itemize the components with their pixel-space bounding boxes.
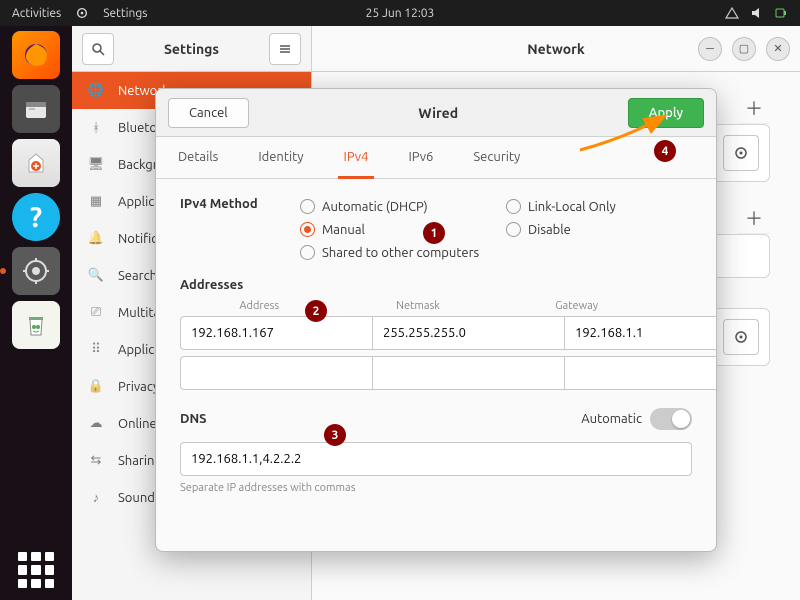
radio-automatic[interactable]: Automatic (DHCP) xyxy=(300,199,486,214)
callout-2: 2 xyxy=(305,300,327,322)
radio-linklocal[interactable]: Link-Local Only xyxy=(506,199,692,214)
hamburger-button[interactable] xyxy=(269,33,301,65)
netmask-input[interactable] xyxy=(372,356,564,390)
dns-automatic-label: Automatic xyxy=(581,412,642,426)
dns-title: DNS xyxy=(180,412,207,426)
sound-icon: ♪ xyxy=(88,490,104,506)
callout-3: 3 xyxy=(324,424,346,446)
dns-input[interactable] xyxy=(180,442,692,476)
tab-identity[interactable]: Identity xyxy=(252,138,309,179)
network-status-icon[interactable] xyxy=(724,6,740,20)
bluetooth-icon: ᚼ xyxy=(88,120,104,136)
apps-icon: ⠿ xyxy=(88,342,104,358)
callout-4: 4 xyxy=(654,140,676,162)
dialog-title: Wired xyxy=(249,105,628,121)
search-icon: 🔍 xyxy=(88,268,104,284)
bell-icon: 🔔 xyxy=(88,231,104,247)
netmask-input[interactable] xyxy=(372,316,564,350)
dock-trash[interactable] xyxy=(12,301,60,349)
maximize-button[interactable]: ▢ xyxy=(732,37,756,61)
close-button[interactable]: ✕ xyxy=(766,37,790,61)
gateway-input[interactable] xyxy=(564,356,716,390)
radio-disable[interactable]: Disable xyxy=(506,222,692,237)
addresses-title: Addresses xyxy=(180,278,692,292)
tab-ipv4[interactable]: IPv4 xyxy=(338,138,375,179)
add-vpn-button[interactable]: ＋ xyxy=(738,202,770,234)
app-name: Settings xyxy=(103,7,147,20)
globe-icon: 🌐 xyxy=(88,83,104,99)
top-bar: Activities Settings 25 Jun 12:03 xyxy=(0,0,800,26)
app-indicator[interactable] xyxy=(75,6,89,20)
dock-firefox[interactable] xyxy=(12,31,60,79)
dns-hint: Separate IP addresses with commas xyxy=(180,482,692,494)
address-row xyxy=(180,356,692,390)
wired-gear-button[interactable] xyxy=(723,135,759,171)
lock-icon: 🔒 xyxy=(88,379,104,395)
gateway-input[interactable] xyxy=(564,316,716,350)
callout-1: 1 xyxy=(423,222,445,244)
address-input[interactable] xyxy=(180,316,372,350)
sidebar-item-label: Sound xyxy=(118,491,155,505)
battery-icon[interactable] xyxy=(774,6,788,20)
cloud-icon: ☁ xyxy=(88,416,104,432)
dock-software[interactable] xyxy=(12,139,60,187)
address-row xyxy=(180,316,692,350)
sidebar-item-label: Search xyxy=(118,269,157,283)
share-icon: ⇆ xyxy=(88,453,104,469)
display-icon: 🖥 xyxy=(88,157,104,173)
dock-files[interactable] xyxy=(12,85,60,133)
dock-settings[interactable] xyxy=(12,247,60,295)
clock[interactable]: 25 Jun 12:03 xyxy=(366,7,435,20)
tab-ipv6[interactable]: IPv6 xyxy=(402,138,439,179)
dock: ? xyxy=(0,26,72,600)
radio-shared[interactable]: Shared to other computers xyxy=(300,245,692,260)
proxy-gear-button[interactable] xyxy=(723,319,759,355)
device-icon: ⎚ xyxy=(88,305,104,321)
sidebar-item-label: Privacy xyxy=(118,380,159,394)
add-wired-button[interactable]: ＋ xyxy=(738,92,770,124)
col-gateway: Gateway xyxy=(497,300,656,312)
activities-button[interactable]: Activities xyxy=(12,7,61,20)
address-input[interactable] xyxy=(180,356,372,390)
cancel-button[interactable]: Cancel xyxy=(168,98,249,128)
tab-security[interactable]: Security xyxy=(467,138,526,179)
radio-manual[interactable]: Manual xyxy=(300,222,486,237)
minimize-button[interactable]: ─ xyxy=(698,37,722,61)
volume-icon[interactable] xyxy=(750,6,764,20)
sidebar-title: Settings xyxy=(124,41,259,57)
content-title: Network xyxy=(527,41,585,57)
grid-icon: ▦ xyxy=(88,194,104,210)
dock-show-apps[interactable] xyxy=(18,552,54,588)
search-button[interactable] xyxy=(82,33,114,65)
dns-automatic-toggle[interactable] xyxy=(650,408,692,430)
col-netmask: Netmask xyxy=(339,300,498,312)
tab-details[interactable]: Details xyxy=(172,138,224,179)
dock-help[interactable]: ? xyxy=(12,193,60,241)
